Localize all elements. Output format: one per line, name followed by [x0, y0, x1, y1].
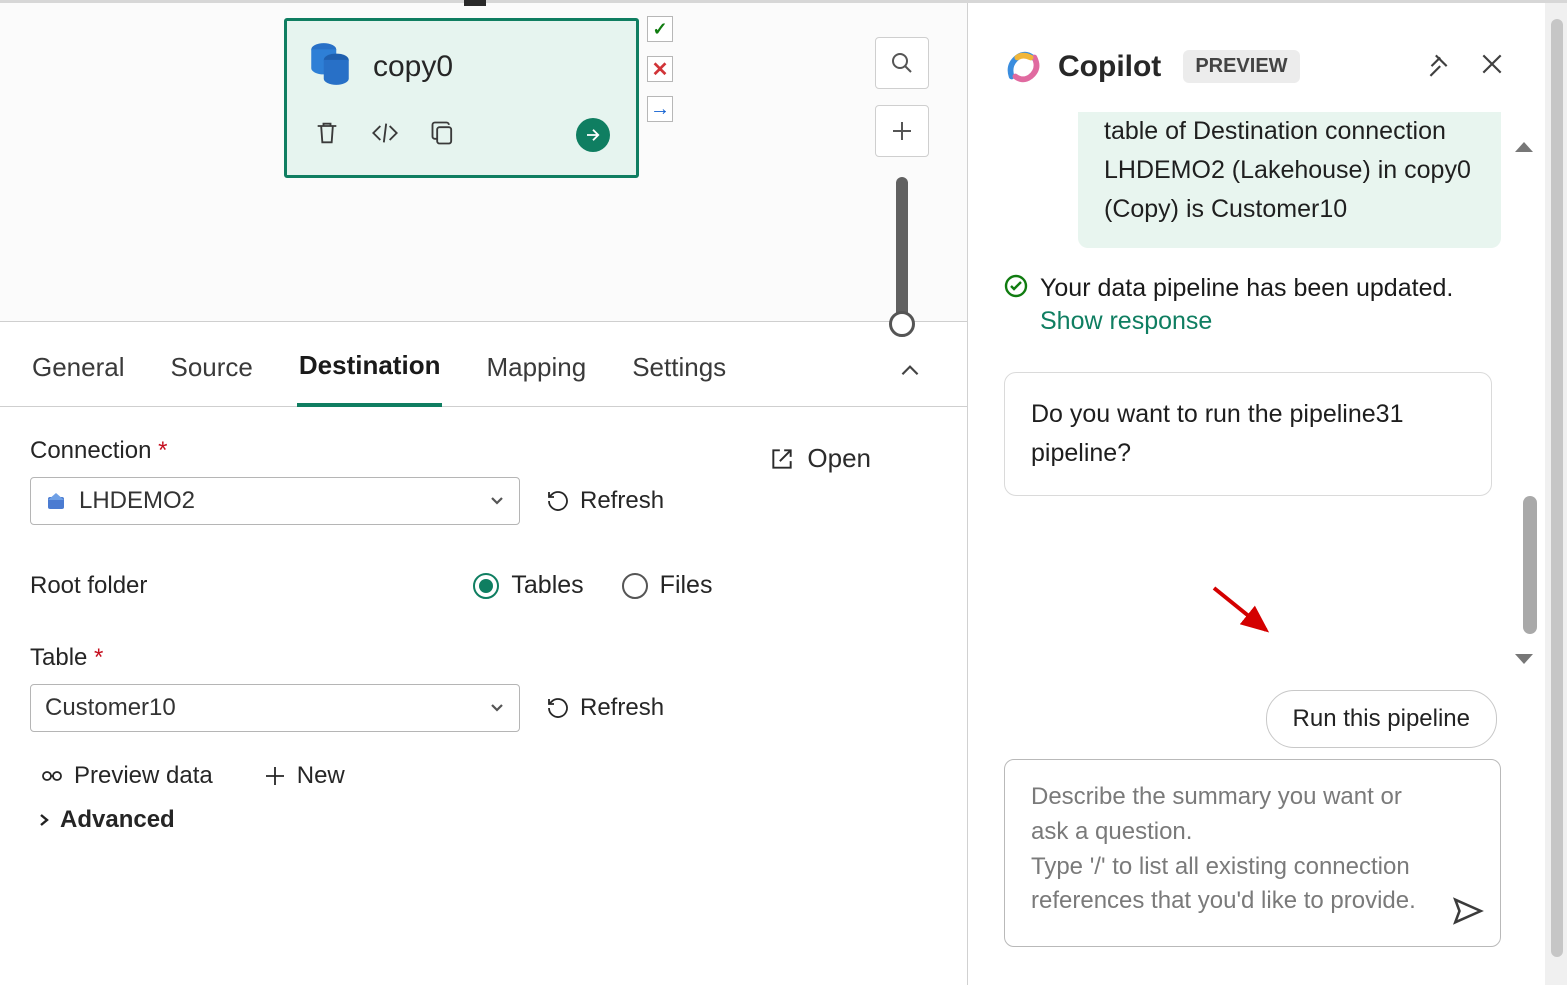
app-root: copy0	[0, 0, 1567, 985]
canvas-search-button[interactable]	[875, 37, 929, 89]
table-value: Customer10	[45, 694, 176, 722]
copilot-title: Copilot	[1058, 50, 1161, 84]
config-panel: General Source Destination Mapping Setti…	[0, 321, 967, 985]
table-select[interactable]: Customer10	[30, 684, 520, 732]
chevron-down-icon	[489, 694, 505, 722]
tab-general[interactable]: General	[30, 342, 127, 405]
run-node-icon[interactable]	[576, 118, 610, 152]
chat-scrollbar-thumb[interactable]	[1523, 496, 1537, 634]
send-icon[interactable]	[1451, 894, 1485, 933]
close-icon[interactable]	[1473, 45, 1511, 88]
assistant-action-message: table of Destination connection LHDEMO2 …	[1078, 112, 1501, 248]
pipeline-updated-row: Your data pipeline has been updated. Sho…	[1004, 274, 1501, 336]
copilot-header: Copilot PREVIEW	[968, 3, 1567, 98]
pin-icon[interactable]	[1419, 45, 1457, 88]
copy-icon[interactable]	[429, 119, 457, 152]
node-status-stack: ✓ ✕ →	[647, 16, 673, 122]
activity-title: copy0	[373, 50, 453, 84]
assistant-question-bubble: Do you want to run the pipeline31 pipeli…	[1004, 372, 1492, 496]
chat-scroll-down-icon[interactable]	[1515, 654, 1533, 664]
pipeline-canvas[interactable]: copy0	[0, 3, 967, 321]
success-check-icon	[1004, 274, 1028, 305]
tab-source[interactable]: Source	[169, 342, 255, 405]
code-icon[interactable]	[371, 119, 399, 152]
canvas-add-button[interactable]	[875, 105, 929, 157]
status-fail-icon[interactable]: ✕	[647, 56, 673, 82]
annotation-arrow-icon	[1210, 584, 1280, 645]
destination-form: Connection * LHDEMO2	[0, 407, 967, 864]
chevron-down-icon	[489, 487, 505, 515]
tab-mapping[interactable]: Mapping	[484, 342, 588, 405]
copilot-input[interactable]: Describe the summary you want or ask a q…	[1004, 759, 1501, 947]
show-response-link[interactable]: Show response	[1040, 307, 1453, 336]
preview-badge: PREVIEW	[1183, 50, 1299, 83]
run-this-pipeline-button[interactable]: Run this pipeline	[1266, 690, 1497, 748]
tab-destination[interactable]: Destination	[297, 340, 443, 407]
config-tabs: General Source Destination Mapping Setti…	[0, 322, 967, 407]
chat-scroll-up-icon[interactable]	[1515, 142, 1533, 152]
copilot-logo-icon	[1004, 48, 1042, 86]
connection-select[interactable]: LHDEMO2	[30, 477, 520, 525]
table-label: Table *	[30, 644, 937, 672]
refresh-table-button[interactable]: Refresh	[546, 694, 664, 722]
copilot-pane: Copilot PREVIEW table of Destination con…	[968, 3, 1567, 985]
database-icon	[309, 39, 351, 94]
activity-node-copy0[interactable]: copy0	[284, 18, 639, 178]
status-skip-icon[interactable]: →	[647, 96, 673, 122]
lakehouse-icon	[45, 490, 67, 512]
root-folder-label: Root folder	[30, 572, 147, 600]
delete-icon[interactable]	[313, 119, 341, 152]
copilot-input-placeholder: Describe the summary you want or ask a q…	[1031, 783, 1416, 914]
open-connection-button[interactable]: Open	[769, 443, 871, 474]
canvas-tab-nub	[464, 0, 486, 6]
radio-tables[interactable]: Tables	[473, 571, 583, 600]
connection-value: LHDEMO2	[79, 487, 195, 515]
left-pane: copy0	[0, 3, 968, 985]
pipeline-updated-text: Your data pipeline has been updated.	[1040, 274, 1453, 303]
connection-label: Connection *	[30, 437, 664, 465]
status-success-icon[interactable]: ✓	[647, 16, 673, 42]
advanced-toggle[interactable]: Advanced	[30, 806, 937, 834]
zoom-slider[interactable]	[896, 177, 908, 327]
preview-data-button[interactable]: Preview data	[40, 762, 213, 790]
collapse-panel-icon[interactable]	[897, 358, 923, 389]
refresh-connection-button[interactable]: Refresh	[546, 487, 664, 515]
new-table-button[interactable]: New	[263, 762, 345, 790]
radio-files[interactable]: Files	[622, 571, 713, 600]
canvas-tools	[875, 37, 929, 327]
tab-settings[interactable]: Settings	[630, 342, 728, 405]
